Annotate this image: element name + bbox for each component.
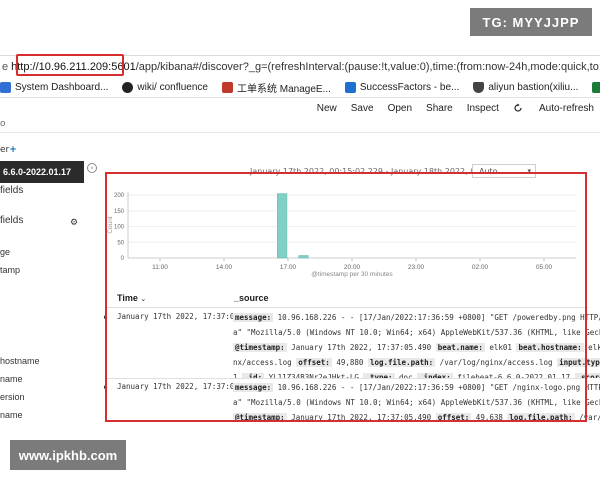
add-filter-link[interactable]: er+	[0, 145, 17, 155]
sidebar-field-item[interactable]: name	[0, 410, 23, 420]
add-filter-label: er	[0, 145, 10, 155]
bookmark-label: wiki/ confluence	[137, 82, 208, 93]
open-button[interactable]: Open	[388, 103, 412, 114]
bookmark-item[interactable]: wiki/ confluence	[122, 82, 208, 93]
inspect-button[interactable]: Inspect	[467, 103, 499, 114]
watermark-bottom: www.ipkhb.com	[10, 440, 126, 470]
bookmark-item[interactable]: 工单系统 ManageE...	[221, 80, 331, 95]
search-query-input[interactable]: o	[0, 119, 600, 133]
ticket-icon	[221, 82, 233, 93]
available-fields-heading: fields	[0, 215, 24, 226]
gear-icon[interactable]: ⚙	[70, 218, 78, 228]
highlight-box	[105, 172, 587, 422]
watermark-top: TG: MYYJJPP	[470, 8, 592, 36]
bookmark-item[interactable]: SuccessFactors - be...	[344, 82, 460, 93]
auto-refresh-button[interactable]: Auto-refresh	[513, 103, 594, 114]
url-path: /app/kibana#/discover?_g=(refreshInterva…	[135, 60, 600, 73]
sidebar-field-item[interactable]: name	[0, 374, 23, 384]
bookmark-item[interactable]: Browse - Nexus pos...	[592, 82, 600, 93]
sap-icon	[344, 82, 356, 93]
index-pattern-selector[interactable]: 6.6.0-2022.01.17	[0, 161, 84, 183]
share-button[interactable]: Share	[426, 103, 453, 114]
bookmark-label: System Dashboard...	[15, 82, 109, 93]
bookmark-item[interactable]: System Dashboard...	[0, 82, 108, 93]
refresh-icon	[514, 103, 522, 112]
bookmark-label: aliyun bastion(xiliu...	[488, 82, 579, 93]
bookmark-label: 工单系统 ManageE...	[236, 84, 331, 95]
url-prefix: e	[2, 60, 9, 73]
bookmarks-bar: System Dashboard... wiki/ confluence 工单系统 …	[0, 78, 600, 98]
auto-refresh-label: Auto-refresh	[538, 102, 594, 114]
kibana-top-nav: New Save Open Share Inspect Auto-refresh	[0, 99, 600, 117]
nexus-icon	[592, 82, 600, 93]
dashboard-icon	[0, 82, 11, 93]
sidebar-field-item[interactable]: ersion	[0, 392, 25, 402]
bookmark-label: SuccessFactors - be...	[359, 82, 460, 93]
shield-icon	[473, 82, 485, 93]
bookmark-item[interactable]: aliyun bastion(xiliu...	[473, 82, 578, 93]
collapse-sidebar-icon[interactable]: ‹	[87, 163, 97, 173]
save-button[interactable]: Save	[351, 103, 374, 114]
plus-icon: +	[9, 145, 17, 155]
github-icon	[122, 82, 134, 93]
sidebar-field-item[interactable]: tamp	[0, 265, 20, 275]
sidebar-field-item[interactable]: hostname	[0, 356, 40, 366]
sidebar-field-item[interactable]: ge	[0, 247, 10, 257]
url-highlight-box	[16, 54, 124, 76]
selected-fields-heading: fields	[0, 185, 24, 196]
new-button[interactable]: New	[317, 103, 337, 114]
